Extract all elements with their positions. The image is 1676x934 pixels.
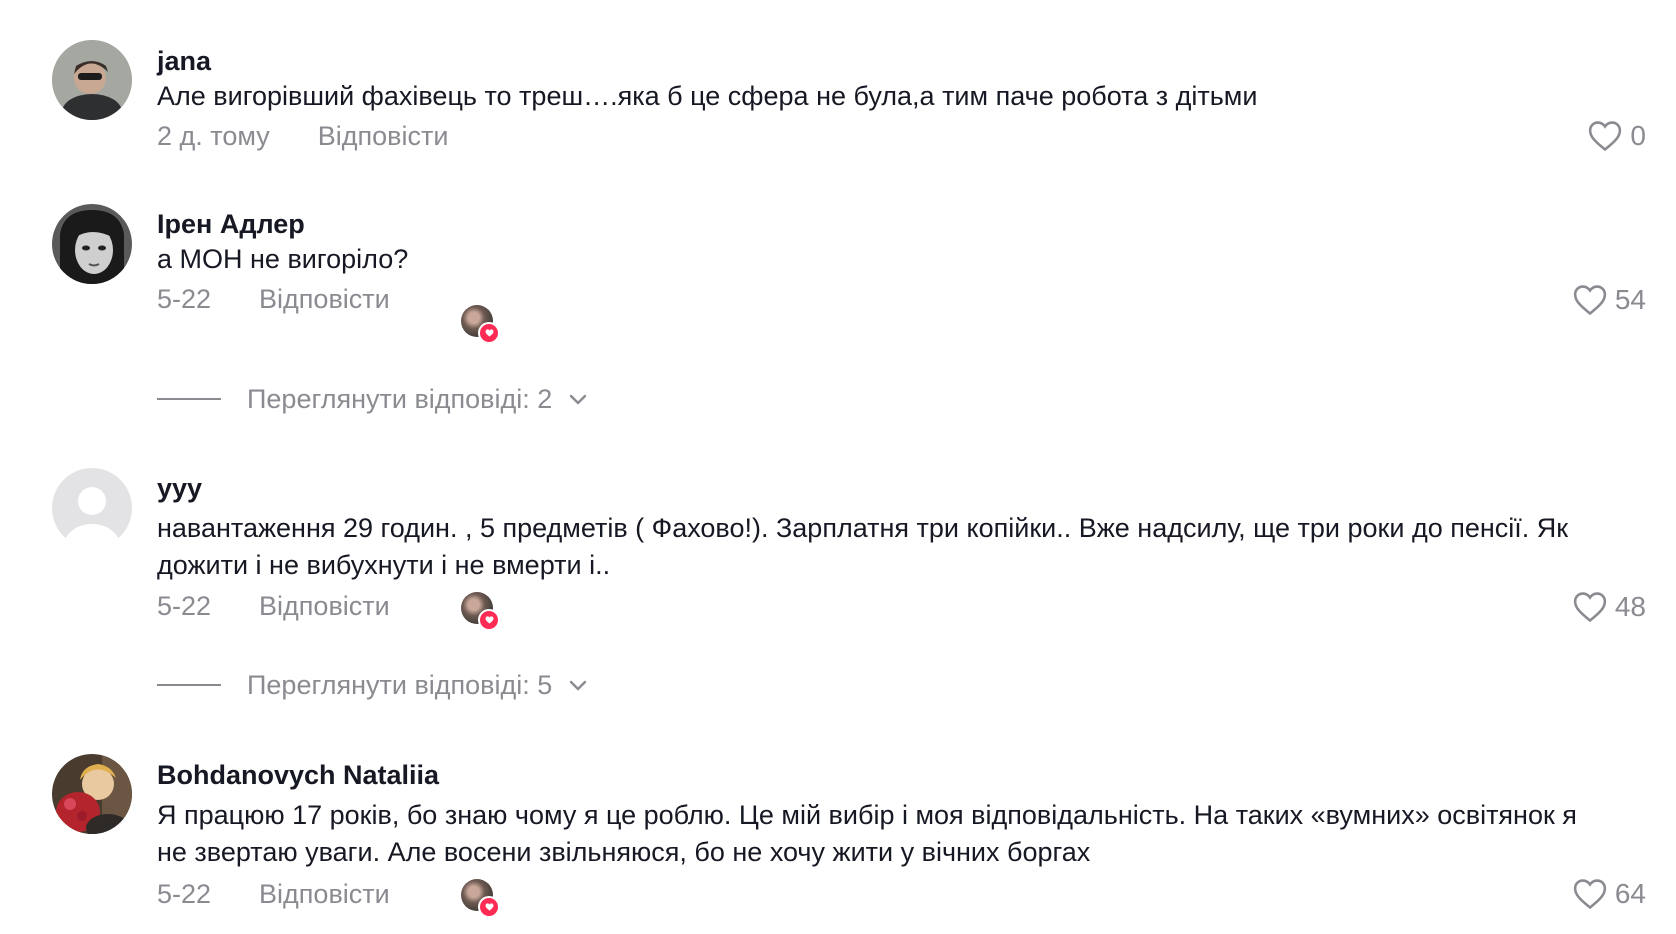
reply-button[interactable]: Відповісти — [259, 284, 390, 315]
heart-badge-icon — [478, 609, 500, 631]
heart-icon — [1588, 120, 1630, 152]
heart-badge-icon — [478, 896, 500, 918]
heart-icon — [1573, 284, 1615, 316]
heart-icon — [1573, 878, 1615, 910]
avatar[interactable] — [52, 204, 132, 284]
comment-meta: 2 д. тому Відповісти — [157, 119, 448, 153]
heart-icon — [1573, 591, 1615, 623]
like-count: 54 — [1614, 284, 1646, 315]
username[interactable]: jana — [157, 44, 211, 78]
like-button[interactable]: 0 — [1588, 116, 1646, 156]
like-button[interactable]: 54 — [1573, 280, 1646, 320]
comment-text: Я працюю 17 років, бо знаю чому я це роб… — [157, 800, 1577, 867]
creator-liked-avatar — [461, 879, 500, 918]
reply-button[interactable]: Відповісти — [259, 591, 390, 622]
username[interactable]: Bohdanovych Nataliia — [157, 758, 439, 792]
comment-meta: 5-22 Відповісти — [157, 589, 390, 623]
view-replies-label: Переглянути відповіді: 2 — [247, 383, 553, 414]
chevron-down-icon — [568, 678, 588, 692]
comment-time: 5-22 — [157, 283, 212, 314]
view-replies-button[interactable]: Переглянути відповіді: 2 — [157, 382, 588, 416]
comment-time: 2 д. тому — [157, 120, 270, 151]
like-button[interactable]: 48 — [1573, 587, 1646, 627]
avatar[interactable] — [52, 754, 132, 834]
comment-text: навантаження 29 годин. , 5 предметів ( Ф… — [157, 513, 1569, 580]
comment-meta: 5-22 Відповісти — [157, 282, 390, 316]
reply-button[interactable]: Відповісти — [259, 879, 390, 910]
username[interactable]: yyy — [157, 471, 202, 505]
avatar[interactable] — [52, 40, 132, 120]
creator-liked-avatar — [461, 592, 500, 631]
username[interactable]: Ірен Адлер — [157, 207, 305, 241]
comment-text: Але вигорівший фахівець то треш….яка б ц… — [157, 81, 1258, 111]
chevron-down-icon — [568, 392, 588, 406]
avatar[interactable] — [52, 468, 132, 548]
comment-text: а МОН не вигоріло? — [157, 244, 409, 274]
like-count: 64 — [1614, 878, 1646, 909]
comment-time: 5-22 — [157, 590, 212, 621]
view-replies-button[interactable]: Переглянути відповіді: 5 — [157, 668, 588, 702]
reply-button[interactable]: Відповісти — [318, 121, 449, 152]
like-button[interactable]: 64 — [1573, 874, 1646, 914]
divider-line — [157, 398, 221, 400]
comment-time: 5-22 — [157, 878, 212, 909]
creator-liked-avatar — [461, 305, 500, 344]
view-replies-label: Переглянути відповіді: 5 — [247, 669, 553, 700]
comment-meta: 5-22 Відповісти — [157, 877, 390, 911]
heart-badge-icon — [478, 322, 500, 344]
like-count: 0 — [1630, 120, 1646, 151]
like-count: 48 — [1614, 591, 1646, 622]
divider-line — [157, 684, 221, 686]
